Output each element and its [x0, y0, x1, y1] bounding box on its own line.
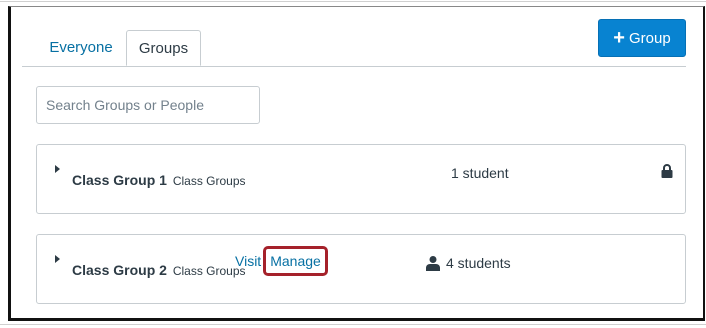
group-category: Class Groups [172, 174, 246, 188]
search-input[interactable] [36, 86, 260, 124]
member-count-text: 4 students [446, 255, 511, 271]
lock-icon [661, 164, 673, 178]
bottom-border-line [0, 324, 706, 325]
top-border-line [0, 1, 706, 2]
group-name-text: Class Group 1 [72, 172, 167, 188]
group-row-class-group-2[interactable]: Class Group 2 Class Groups Visit Manage … [36, 234, 686, 304]
tab-everyone[interactable]: Everyone [37, 30, 125, 65]
expand-caret-icon[interactable] [55, 165, 60, 173]
plus-icon: + [613, 27, 625, 49]
group-row-class-group-1[interactable]: Class Group 1 Class Groups 1 student [36, 144, 686, 214]
add-group-button[interactable]: + Group [598, 19, 686, 57]
add-group-button-label: Group [628, 29, 671, 47]
person-icon [426, 256, 440, 271]
tab-groups[interactable]: Groups [126, 30, 201, 66]
expand-caret-icon[interactable] [55, 255, 60, 263]
group-name: Class Group 2 Class Groups [72, 262, 246, 278]
tab-bar: Everyone Groups [22, 30, 686, 67]
manage-link[interactable]: Manage [263, 246, 328, 276]
member-count: 4 students [425, 255, 511, 271]
group-name: Class Group 1 Class Groups [72, 172, 246, 188]
member-count: 1 student [451, 165, 509, 181]
visit-link[interactable]: Visit [235, 253, 261, 269]
group-name-text: Class Group 2 [72, 262, 167, 278]
